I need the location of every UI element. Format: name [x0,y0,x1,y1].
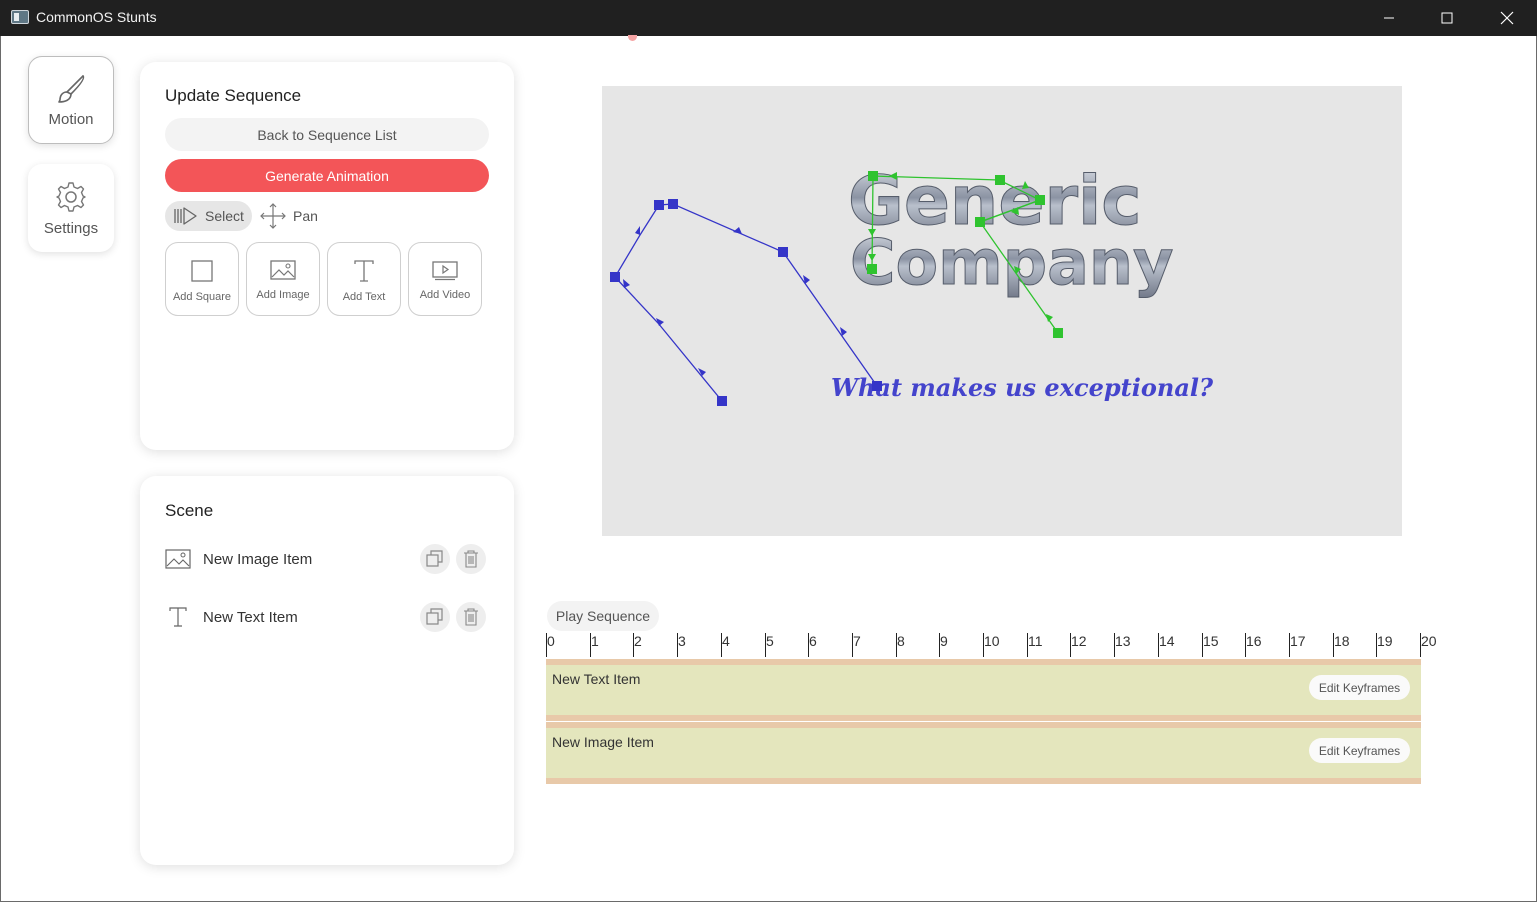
ruler-label: 19 [1377,633,1393,649]
edit-keyframes-button[interactable]: Edit Keyframes [1309,675,1410,700]
scene-panel: Scene New Image Item New Text Item [140,476,514,865]
delete-button[interactable] [456,602,486,632]
nav-settings-button[interactable]: Settings [28,164,114,252]
copy-icon [426,550,443,567]
timeline-track[interactable]: New Text Item Edit Keyframes [546,659,1421,721]
nav-motion-button[interactable]: Motion [28,56,114,144]
pan-tool-button[interactable]: Pan [259,201,318,231]
add-image-label: Add Image [256,289,310,301]
image-icon [165,549,191,569]
add-image-button[interactable]: Add Image [246,242,320,316]
add-video-label: Add Video [419,289,471,301]
ruler-label: 15 [1203,633,1219,649]
select-tool-label: Select [205,208,244,224]
nav-motion-label: Motion [48,110,94,128]
scene-item-name: New Image Item [203,550,313,568]
play-sequence-button[interactable]: Play Sequence [547,601,659,631]
ruler-label: 8 [897,633,905,649]
nav-settings-label: Settings [43,219,99,237]
maximize-icon [1441,12,1453,24]
add-text-label: Add Text [342,291,386,303]
add-video-button[interactable]: Add Video [408,242,482,316]
ruler-label: 9 [940,633,948,649]
close-button[interactable] [1484,0,1530,36]
text-icon [354,260,374,282]
maximize-button[interactable] [1424,0,1470,36]
ruler-label: 17 [1290,633,1306,649]
ruler-label: 0 [547,633,555,649]
scene-item[interactable]: New Text Item [165,597,490,637]
video-icon [432,261,458,281]
ruler-label: 10 [984,633,1000,649]
scene-panel-title: Scene [165,501,214,520]
sequence-panel: Update Sequence Back to Sequence List Ge… [140,62,514,450]
ruler-label: 12 [1071,633,1087,649]
minimize-button[interactable] [1366,0,1412,36]
ruler-label: 13 [1115,633,1131,649]
ruler-label: 7 [853,633,861,649]
select-tool-button[interactable]: Select [165,201,252,231]
app-window: Motion Settings Update Sequence Back to … [0,35,1537,902]
app-icon [11,10,29,24]
gear-icon [56,181,86,212]
duplicate-button[interactable] [420,602,450,632]
stage-canvas[interactable]: Generic Company What makes us exceptiona… [602,86,1402,536]
image-icon [270,260,296,280]
ruler-label: 5 [766,633,774,649]
ruler-label: 6 [809,633,817,649]
pan-tool-label: Pan [293,208,318,224]
trash-icon [464,550,478,568]
track-name: New Image Item [552,734,654,750]
pan-icon [260,203,286,229]
ruler-label: 11 [1028,633,1043,649]
indicator-dot [628,35,637,41]
scene-item-name: New Text Item [203,608,298,626]
title-bar: CommonOS Stunts [0,0,1537,36]
ruler-label: 2 [634,633,642,649]
scene-item[interactable]: New Image Item [165,539,490,579]
text-icon [169,607,187,627]
delete-button[interactable] [456,544,486,574]
brush-icon [58,74,85,103]
ruler-label: 4 [722,633,730,649]
minimize-icon [1384,17,1394,19]
timeline-track[interactable]: New Image Item Edit Keyframes [546,722,1421,784]
ruler-label: 14 [1159,633,1175,649]
ruler-label: 3 [678,633,686,649]
ruler-label: 20 [1421,633,1437,649]
tagline-text: What makes us exceptional? [831,373,1214,402]
back-to-sequence-list-button[interactable]: Back to Sequence List [165,118,489,151]
add-text-button[interactable]: Add Text [327,242,401,316]
track-name: New Text Item [552,671,641,687]
square-icon [191,260,213,282]
app-title: CommonOS Stunts [36,9,157,25]
close-icon [1500,11,1514,25]
timeline-ruler[interactable]: 0 1 2 3 4 5 6 7 8 9 10 11 12 13 14 15 16 17 18 19 20 [546,633,1437,657]
ruler-label: 1 [591,633,599,649]
duplicate-button[interactable] [420,544,450,574]
add-square-button[interactable]: Add Square [165,242,239,316]
ruler-label: 18 [1334,633,1350,649]
stage-drawing: Generic Company What makes us exceptiona… [610,162,1214,406]
logo-line-2: Company [850,226,1173,299]
select-icon [174,207,197,225]
ruler-label: 16 [1246,633,1262,649]
sequence-panel-title: Update Sequence [165,86,302,105]
edit-keyframes-button[interactable]: Edit Keyframes [1309,738,1410,763]
add-square-label: Add Square [172,291,232,303]
copy-icon [426,608,443,625]
generate-animation-button[interactable]: Generate Animation [165,159,489,192]
trash-icon [464,608,478,626]
